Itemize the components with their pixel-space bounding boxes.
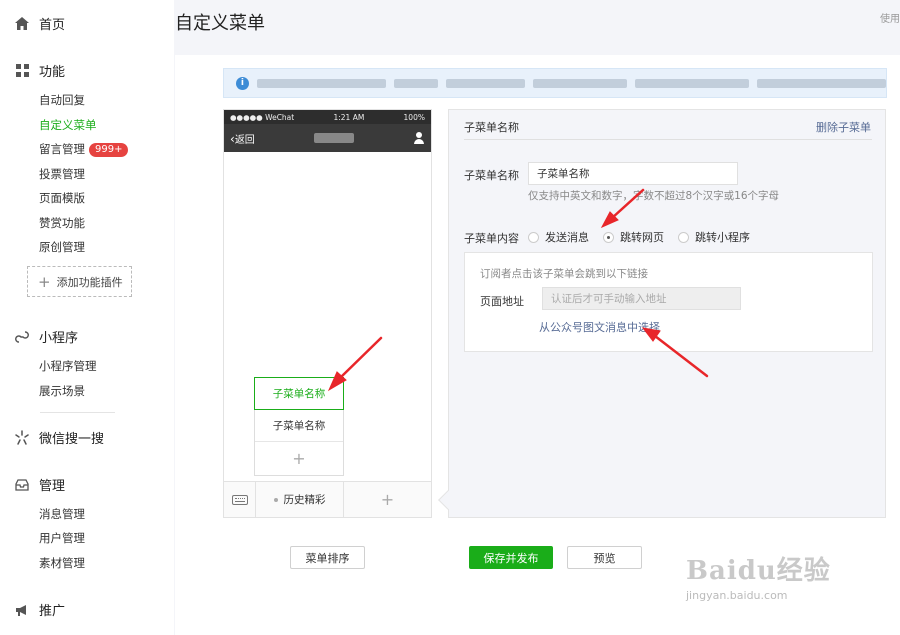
watermark: Baidu经验 jingyan.baidu.com	[686, 550, 831, 602]
submenu-editor: 子菜单名称 删除子菜单 子菜单名称 子菜单名称 仅支持中英文和数字，字数不超过8…	[448, 109, 886, 518]
miniprogram-icon	[14, 329, 30, 345]
nav-features-label: 功能	[39, 65, 66, 80]
sidebar-item-comments[interactable]: 留言管理 999+	[39, 141, 129, 157]
add-menu-button[interactable]: +	[344, 482, 431, 517]
top-right-link[interactable]: 使用	[880, 10, 900, 25]
nav-promote[interactable]: 推广	[14, 600, 65, 619]
clock: 1:21 AM	[333, 112, 365, 122]
name-hint: 仅支持中英文和数字，字数不超过8个汉字或16个字母	[528, 190, 780, 202]
radio-circle	[678, 231, 689, 243]
radio-jump-miniprogram[interactable]: 跳转小程序	[678, 229, 750, 245]
preview-button[interactable]: 预览	[567, 546, 642, 569]
sparkle-icon	[14, 429, 30, 446]
carrier: ●●●●● WeChat	[230, 112, 295, 122]
content-label: 子菜单内容	[464, 232, 519, 245]
sidebar-item-reward[interactable]: 赞赏功能	[39, 215, 85, 231]
sidebar-item-miniprogram-manage[interactable]: 小程序管理	[39, 358, 97, 374]
radio-label: 发送消息	[545, 231, 589, 244]
sidebar-item-users[interactable]: 用户管理	[39, 530, 85, 546]
submenu-item[interactable]: 子菜单名称	[255, 409, 343, 442]
home-icon	[14, 16, 30, 32]
sidebar-item-page-template[interactable]: 页面模版	[39, 190, 85, 206]
sidebar-item-vote[interactable]: 投票管理	[39, 166, 85, 182]
watermark-logo: Baidu经验	[686, 556, 831, 586]
submenu-name-input[interactable]: 子菜单名称	[528, 162, 738, 185]
url-settings-box: 订阅者点击该子菜单会跳到以下链接 页面地址 认证后才可手动输入地址 从公众号图文…	[464, 252, 873, 352]
blurred-text	[256, 78, 386, 88]
radio-label: 跳转小程序	[695, 231, 750, 244]
nav-home[interactable]: 首页	[14, 14, 65, 33]
phone-status-bar: ●●●●● WeChat 1:21 AM 100%	[224, 110, 431, 124]
dot-icon	[273, 497, 278, 502]
nav-search[interactable]: 微信搜一搜	[14, 428, 104, 447]
phone-nav-bar: ‹返回	[224, 124, 431, 152]
info-bar: i	[223, 68, 887, 98]
radio-send-message[interactable]: 发送消息	[528, 229, 589, 245]
blurred-text	[533, 78, 628, 88]
sidebar-item-auto-reply[interactable]: 自动回复	[39, 92, 85, 108]
sidebar-item-scenes[interactable]: 展示场景	[39, 383, 85, 399]
nav-miniprogram-label: 小程序	[39, 331, 79, 346]
sidebar-item-original[interactable]: 原创管理	[39, 239, 85, 255]
submenu-item[interactable]: 子菜单名称	[254, 377, 344, 410]
person-icon	[413, 132, 425, 144]
submenu-list: 子菜单名称 子菜单名称 +	[254, 377, 344, 476]
nav-promote-label: 推广	[39, 604, 66, 619]
nav-manage[interactable]: 管理	[14, 475, 65, 494]
inbox-icon	[14, 477, 30, 493]
add-plugin-label: 添加功能插件	[56, 275, 123, 289]
nav-features[interactable]: 功能	[14, 61, 65, 80]
sort-menu-button[interactable]: 菜单排序	[290, 546, 365, 569]
sidebar: 首页 功能 自动回复 自定义菜单 留言管理 999+ 投票管理 页面模版 赞赏功能…	[0, 0, 174, 635]
editor-title: 子菜单名称	[464, 121, 519, 134]
sidebar-item-comments-label: 留言管理	[39, 142, 85, 156]
blurred-text	[446, 78, 526, 88]
megaphone-icon	[14, 602, 30, 618]
nav-home-label: 首页	[39, 18, 66, 33]
radio-label: 跳转网页	[620, 231, 664, 244]
nav-manage-label: 管理	[39, 479, 66, 494]
page-url-input[interactable]: 认证后才可手动输入地址	[542, 287, 741, 310]
page-title: 自定义菜单	[175, 13, 265, 34]
add-plugin-button[interactable]: + 添加功能插件	[27, 266, 132, 297]
plus-icon: +	[38, 272, 51, 291]
url-label: 页面地址	[480, 295, 524, 308]
name-label: 子菜单名称	[464, 169, 519, 182]
phone-menu-bar: 历史精彩 +	[224, 481, 431, 517]
battery: 100%	[403, 112, 425, 122]
url-description: 订阅者点击该子菜单会跳到以下链接	[480, 268, 648, 280]
nav-search-label: 微信搜一搜	[39, 432, 105, 447]
nav-miniprogram[interactable]: 小程序	[14, 327, 78, 346]
radio-jump-webpage[interactable]: 跳转网页	[603, 229, 664, 245]
keyboard-toggle[interactable]	[224, 482, 256, 517]
save-publish-button[interactable]: 保存并发布	[469, 546, 553, 569]
sidebar-divider	[40, 412, 115, 413]
select-from-articles-link[interactable]: 从公众号图文消息中选择	[539, 319, 660, 335]
keyboard-icon	[231, 494, 248, 505]
main-menu-item[interactable]: 历史精彩	[256, 482, 344, 517]
radio-circle-selected	[603, 231, 614, 243]
delete-submenu-link[interactable]: 删除子菜单	[816, 119, 871, 135]
blurred-text	[635, 78, 750, 88]
sidebar-item-custom-menu[interactable]: 自定义菜单	[39, 117, 97, 133]
comments-badge: 999+	[89, 143, 129, 157]
watermark-url: jingyan.baidu.com	[686, 589, 788, 602]
blurred-text	[393, 78, 439, 88]
info-icon: i	[236, 76, 249, 90]
editor-divider	[464, 139, 872, 140]
grid-icon	[14, 63, 30, 79]
content-type-radios: 发送消息 跳转网页 跳转小程序	[528, 229, 764, 245]
account-name-blurred	[313, 133, 354, 143]
main-menu-label: 历史精彩	[283, 494, 326, 506]
add-submenu-button[interactable]: +	[255, 442, 343, 475]
sidebar-item-materials[interactable]: 素材管理	[39, 555, 85, 571]
radio-circle	[528, 231, 539, 243]
blurred-text	[757, 78, 886, 88]
back-link: ‹返回	[230, 131, 255, 146]
back-label: 返回	[234, 134, 255, 146]
phone-preview: ●●●●● WeChat 1:21 AM 100% ‹返回 子菜单名称 子菜单名…	[223, 109, 432, 518]
sidebar-item-messages[interactable]: 消息管理	[39, 506, 85, 522]
